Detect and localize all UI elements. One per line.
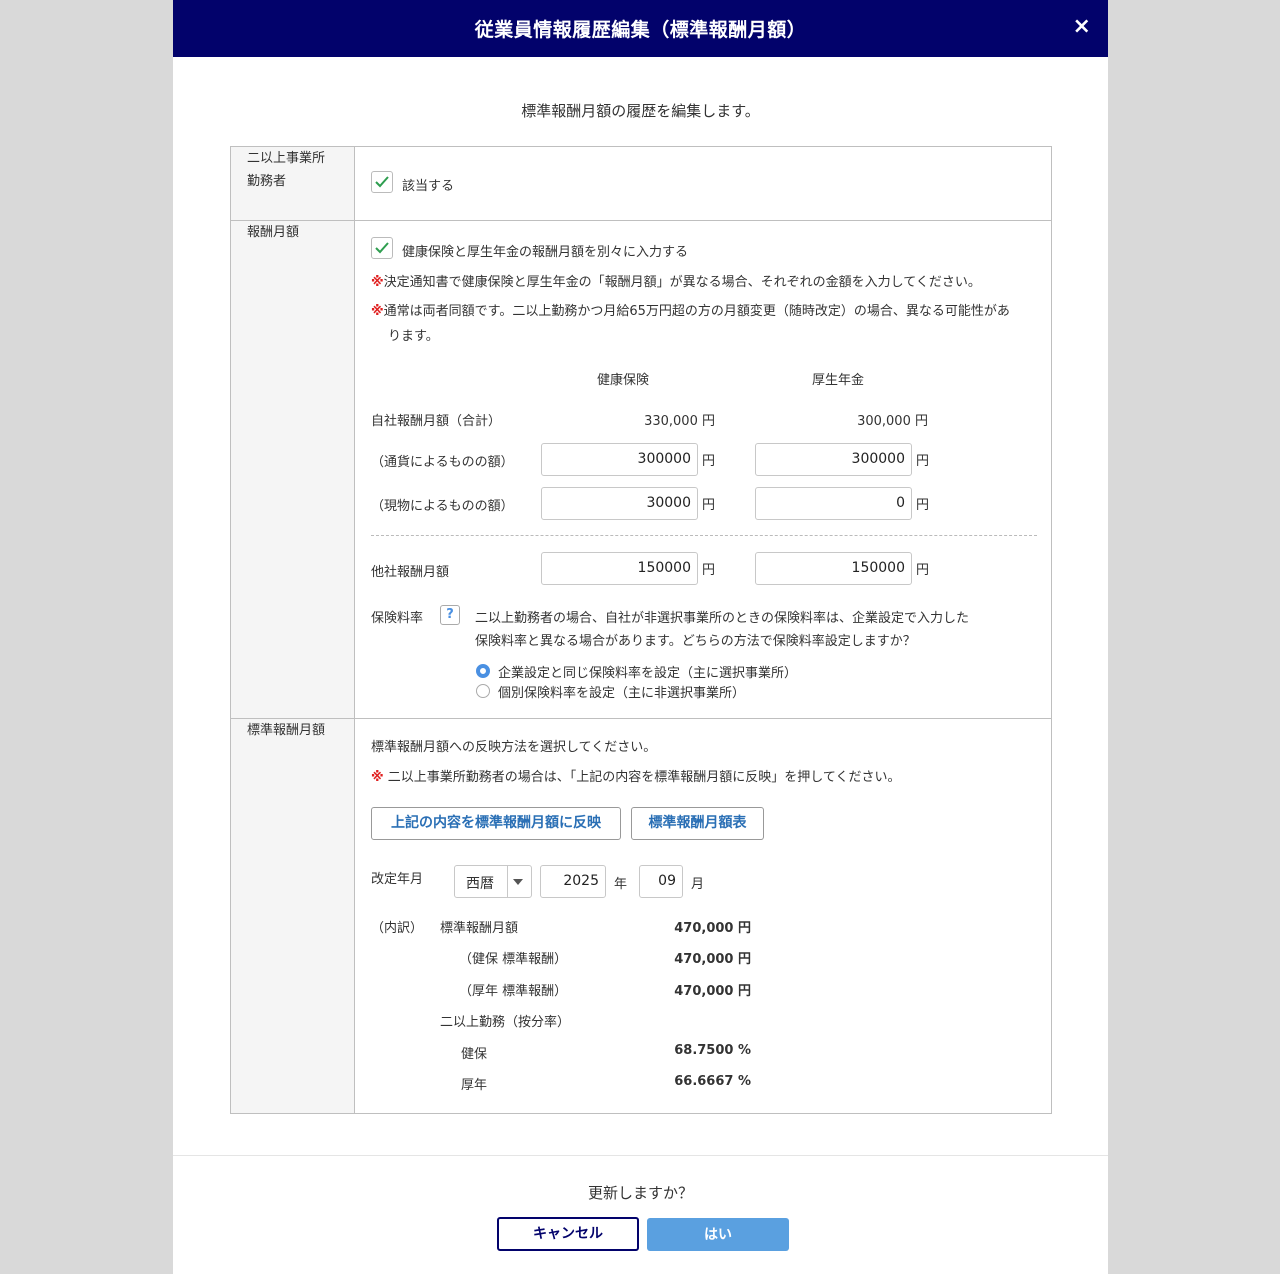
rate-text-1: 二以上勤務者の場合、自社が非選択事業所のときの保険料率は、企業設定で入力した (475, 611, 970, 626)
row-salary: 報酬月額 健康保険と厚生年金の報酬月額を別々に入力する ※決定通知書で健康保険と… (230, 220, 1052, 719)
self-total-kosei: 300,000 円 (857, 414, 928, 429)
currency-label: （通貨によるものの額） (371, 455, 514, 470)
year-input[interactable]: 2025 (540, 865, 606, 898)
kenpo-ratio-value: 68.7500 % (674, 1043, 751, 1058)
row-label-salary: 報酬月額 (230, 220, 355, 719)
yen-unit: 円 (702, 454, 716, 469)
yen-unit: 円 (916, 454, 930, 469)
separate-input-checkbox[interactable] (371, 237, 393, 259)
other-kosei-input[interactable]: 150000 (755, 552, 912, 585)
footer-divider (173, 1155, 1108, 1156)
multi-ratio-label: 二以上勤務（按分率） (440, 1015, 571, 1030)
year-unit: 年 (614, 877, 628, 892)
std-label: 標準報酬月額 (440, 921, 519, 936)
row-multi-office: 二以上事業所 勤務者 該当する (230, 146, 1052, 221)
radio-individual-rate[interactable] (476, 684, 490, 698)
col-header-kenpo: 健康保険 (597, 373, 650, 388)
yen-unit: 円 (702, 498, 716, 513)
multi-office-checkbox-label: 該当する (402, 179, 455, 194)
standard-table-button[interactable]: 標準報酬月額表 (631, 807, 764, 840)
inkind-label: （現物によるものの額） (371, 499, 514, 514)
std-value: 470,000 円 (674, 921, 751, 936)
yes-button[interactable]: はい (647, 1218, 789, 1251)
rate-label: 保険料率 (371, 611, 424, 626)
rate-text-2: 保険料率と異なる場合があります。どちらの方法で保険料率設定しますか？ (475, 634, 916, 649)
other-label: 他社報酬月額 (371, 565, 450, 580)
multi-office-checkbox[interactable] (371, 171, 393, 193)
note-1: ※決定通知書で健康保険と厚生年金の「報酬月額」が異なる場合、それぞれの金額を入力… (371, 275, 981, 290)
modal-dialog: 従業員情報履歴編集（標準報酬月額） × 標準報酬月額の履歴を編集します。 二以上… (173, 0, 1108, 1274)
kosei-ratio-label: 厚年 (461, 1078, 488, 1093)
note-2: ※通常は両者同額です。二以上勤務かつ月給65万円超の方の月額変更（随時改定）の場… (371, 304, 1010, 319)
col-header-kosei: 厚生年金 (812, 373, 865, 388)
yen-unit: 円 (916, 563, 930, 578)
radio-individual-rate-label: 個別保険料率を設定（主に非選択事業所） (498, 686, 746, 701)
self-total-kenpo: 330,000 円 (644, 414, 715, 429)
other-kenpo-input[interactable]: 150000 (541, 552, 698, 585)
month-input[interactable]: 09 (639, 865, 683, 898)
yen-unit: 円 (702, 563, 716, 578)
row-standard-salary: 標準報酬月額 標準報酬月額への反映方法を選択してください。 ※ 二以上事業所勤務… (230, 718, 1052, 1114)
inkind-kenpo-input[interactable]: 30000 (541, 487, 698, 520)
radio-company-rate[interactable] (476, 664, 490, 678)
cancel-button[interactable]: キャンセル (497, 1217, 639, 1251)
self-total-label: 自社報酬月額（合計） (371, 414, 502, 429)
kosei-std-label: （厚年 標準報酬） (459, 984, 568, 999)
currency-kosei-input[interactable]: 300000 (755, 443, 912, 476)
era-select[interactable]: 西暦 (454, 865, 532, 898)
modal-title: 従業員情報履歴編集（標準報酬月額） (474, 19, 807, 41)
reflect-note: ※ 二以上事業所勤務者の場合は、「上記の内容を標準報酬月額に反映」を押してくださ… (371, 770, 901, 785)
dashed-divider (371, 535, 1037, 536)
modal-header: 従業員情報履歴編集（標準報酬月額） × (173, 0, 1108, 57)
chevron-down-icon (513, 879, 523, 885)
close-icon[interactable]: × (1070, 15, 1094, 39)
kosei-ratio-value: 66.6667 % (674, 1074, 751, 1089)
row-content-salary: 健康保険と厚生年金の報酬月額を別々に入力する ※決定通知書で健康保険と厚生年金の… (354, 220, 1052, 719)
help-icon[interactable]: ? (440, 605, 460, 625)
edit-form-table: 二以上事業所 勤務者 該当する 報酬月額 健康保険と厚生年金の報酬月額を別々に入… (230, 146, 1052, 1114)
row-label-standard-salary: 標準報酬月額 (230, 718, 355, 1114)
breakdown-label: （内訳） (371, 921, 424, 936)
confirm-text: 更新しますか？ (587, 1184, 693, 1202)
revision-label: 改定年月 (371, 872, 424, 887)
kenpo-ratio-label: 健保 (461, 1047, 488, 1062)
separate-input-label: 健康保険と厚生年金の報酬月額を別々に入力する (402, 245, 689, 260)
row-content-multi-office: 該当する (354, 146, 1052, 221)
kosei-std-value: 470,000 円 (674, 984, 751, 999)
radio-company-rate-label: 企業設定と同じ保険料率を設定（主に選択事業所） (498, 666, 798, 681)
check-icon (375, 176, 389, 188)
reflect-button[interactable]: 上記の内容を標準報酬月額に反映 (371, 807, 621, 840)
reflect-instruction: 標準報酬月額への反映方法を選択してください。 (371, 740, 657, 755)
month-unit: 月 (691, 877, 705, 892)
row-content-standard-salary: 標準報酬月額への反映方法を選択してください。 ※ 二以上事業所勤務者の場合は、「… (354, 718, 1052, 1114)
row-label-multi-office: 二以上事業所 勤務者 (230, 146, 355, 221)
yen-unit: 円 (916, 498, 930, 513)
inkind-kosei-input[interactable]: 0 (755, 487, 912, 520)
currency-kenpo-input[interactable]: 300000 (541, 443, 698, 476)
check-icon (375, 242, 389, 254)
kenpo-std-value: 470,000 円 (674, 952, 751, 967)
kenpo-std-label: （健保 標準報酬） (459, 952, 568, 967)
note-2-cont: ります。 (388, 329, 439, 344)
page-subtitle: 標準報酬月額の履歴を編集します。 (521, 102, 760, 120)
